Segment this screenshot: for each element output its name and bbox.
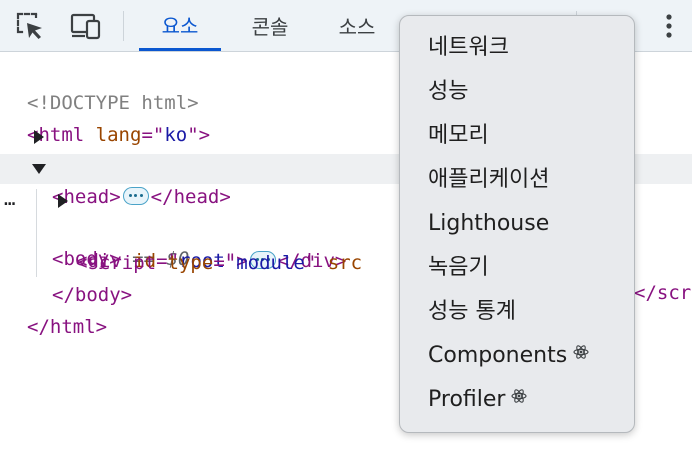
expand-triangle-icon[interactable] xyxy=(34,130,44,144)
menu-item-label: 성능 통계 xyxy=(428,299,516,324)
inspect-element-icon[interactable] xyxy=(14,10,46,42)
expand-triangle-icon[interactable] xyxy=(58,194,68,208)
react-atom-icon xyxy=(511,378,528,418)
menu-item-label: 녹음기 xyxy=(428,255,489,280)
menu-item-performance-insights[interactable]: 성능 통계 xyxy=(428,292,516,332)
toolbar-separator xyxy=(123,11,124,41)
indent-guide xyxy=(36,189,37,277)
more-tabs-menu: 네트워크 성능 메모리 애플리케이션 Lighthouse 녹음기 성능 통계 … xyxy=(399,15,635,433)
menu-item-label: Profiler xyxy=(428,387,506,412)
menu-item-lighthouse[interactable]: Lighthouse xyxy=(428,204,549,244)
tab-sources[interactable]: 소스 xyxy=(316,0,398,51)
tab-console[interactable]: 콘솔 xyxy=(229,0,311,51)
react-atom-icon xyxy=(573,334,589,374)
menu-item-label: 애플리케이션 xyxy=(428,167,550,192)
menu-item-label: 메모리 xyxy=(428,123,489,148)
menu-item-performance[interactable]: 성능 xyxy=(428,72,468,112)
menu-item-components[interactable]: Components xyxy=(428,336,589,376)
menu-item-network[interactable]: 네트워크 xyxy=(428,28,509,68)
menu-item-label: Components xyxy=(428,343,568,368)
menu-item-recorder[interactable]: 녹음기 xyxy=(428,248,489,288)
menu-item-label: Lighthouse xyxy=(428,211,550,236)
menu-item-profiler[interactable]: Profiler xyxy=(428,378,528,420)
menu-item-label: 성능 xyxy=(428,79,469,104)
devtools-window: 요소 콘솔 소스 <!DOCTYPE html> <html lang="ko"… xyxy=(0,0,692,472)
html-close-tag: </html> xyxy=(27,316,108,338)
menu-item-memory[interactable]: 메모리 xyxy=(428,116,489,156)
menu-item-application[interactable]: 애플리케이션 xyxy=(428,160,549,200)
menu-item-label: 네트워크 xyxy=(428,35,509,60)
tab-elements[interactable]: 요소 xyxy=(139,0,221,51)
more-vert-icon[interactable] xyxy=(653,10,685,42)
collapse-triangle-icon[interactable] xyxy=(32,164,46,174)
device-toggle-icon[interactable] xyxy=(70,10,102,42)
